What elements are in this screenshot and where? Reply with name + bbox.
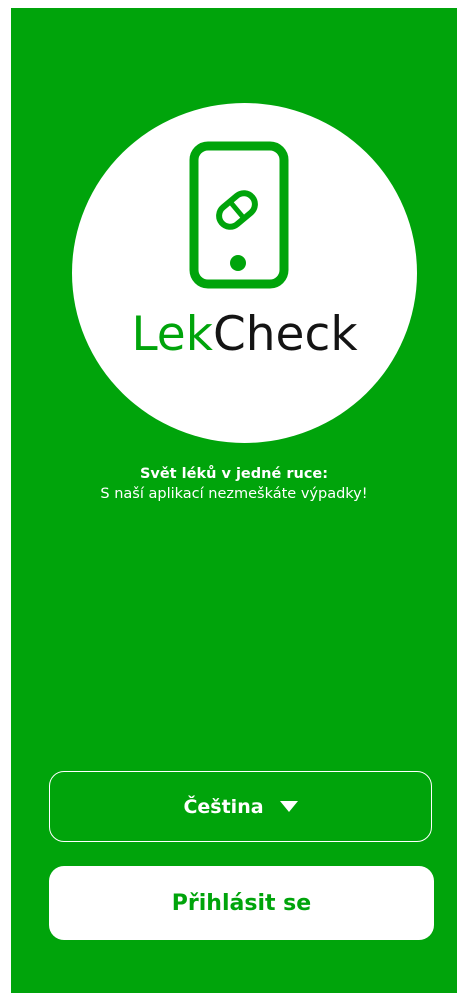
tagline: Svět léků v jedné ruce: S naší aplikací … [11,464,457,504]
caret-down-icon [279,801,298,812]
language-select-value: Čeština [183,795,264,818]
logo-circle: LekCheck [72,103,417,443]
brand-part-check: Check [212,307,358,362]
login-button[interactable]: Přihlásit se [49,866,434,940]
phone-pill-icon [189,141,289,289]
welcome-screen: LekCheck Svět léků v jedné ruce: S naší … [11,8,457,993]
brand-wordmark: LekCheck [72,307,417,362]
tagline-headline: Svět léků v jedné ruce: [139,466,329,482]
tagline-subtitle: S naší aplikací nezmeškáte výpadky! [100,486,368,502]
brand-part-lek: Lek [131,307,213,362]
login-button-label: Přihlásit se [171,890,312,916]
language-select[interactable]: Čeština [49,771,432,842]
